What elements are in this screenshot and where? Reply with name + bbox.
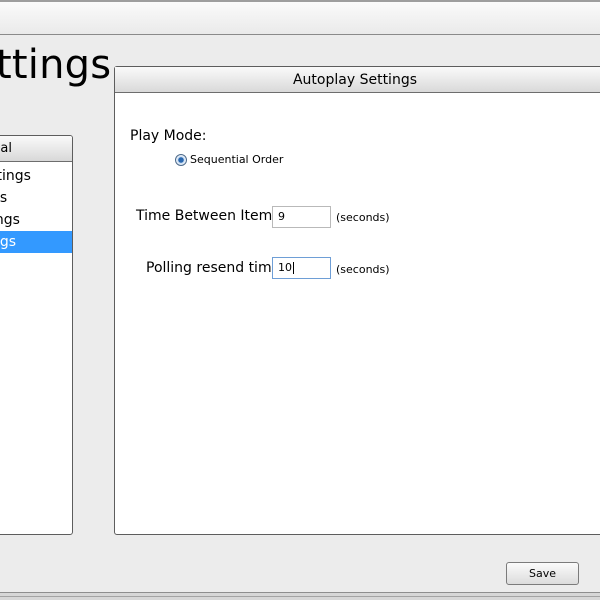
sequential-order-label[interactable]: Sequential Order	[190, 153, 283, 166]
sequential-order-radio[interactable]	[175, 154, 187, 166]
category-item-label: ings	[0, 212, 20, 228]
category-item-label: ngs	[0, 234, 17, 250]
bottom-bar-line	[0, 596, 600, 597]
autoplay-settings-header: Autoplay Settings	[115, 67, 600, 93]
category-list: ttings gs ings ngs	[0, 165, 72, 253]
category-item-4-selected[interactable]: ngs	[0, 231, 72, 253]
time-between-items-unit: (seconds)	[336, 211, 390, 224]
category-list-panel: al ttings gs ings ngs	[0, 135, 73, 535]
save-button[interactable]: Save	[506, 562, 579, 585]
time-between-items-input[interactable]: 9	[272, 206, 331, 228]
category-item-label: gs	[0, 190, 8, 206]
autoplay-settings-panel: Autoplay Settings Play Mode: Sequential …	[114, 66, 600, 535]
category-item-3[interactable]: ings	[0, 209, 72, 231]
category-item-label: ttings	[0, 168, 31, 184]
play-mode-label: Play Mode:	[130, 128, 207, 144]
page-title: ttings	[0, 42, 112, 88]
polling-resend-time-unit: (seconds)	[336, 263, 390, 276]
polling-resend-time-input[interactable]: 10	[272, 257, 331, 279]
time-between-items-value: 9	[278, 210, 285, 223]
polling-resend-time-value: 10	[278, 261, 292, 274]
title-bar-edge	[0, 0, 600, 2]
window-title-bar	[0, 0, 600, 35]
bottom-status-bar	[0, 592, 600, 600]
category-list-header: al	[0, 136, 72, 162]
category-item-2[interactable]: gs	[0, 187, 72, 209]
category-item-1[interactable]: ttings	[0, 165, 72, 187]
time-between-items-label: Time Between Items:	[136, 208, 285, 224]
text-caret	[293, 262, 294, 274]
polling-resend-time-label: Polling resend time:	[146, 260, 285, 276]
